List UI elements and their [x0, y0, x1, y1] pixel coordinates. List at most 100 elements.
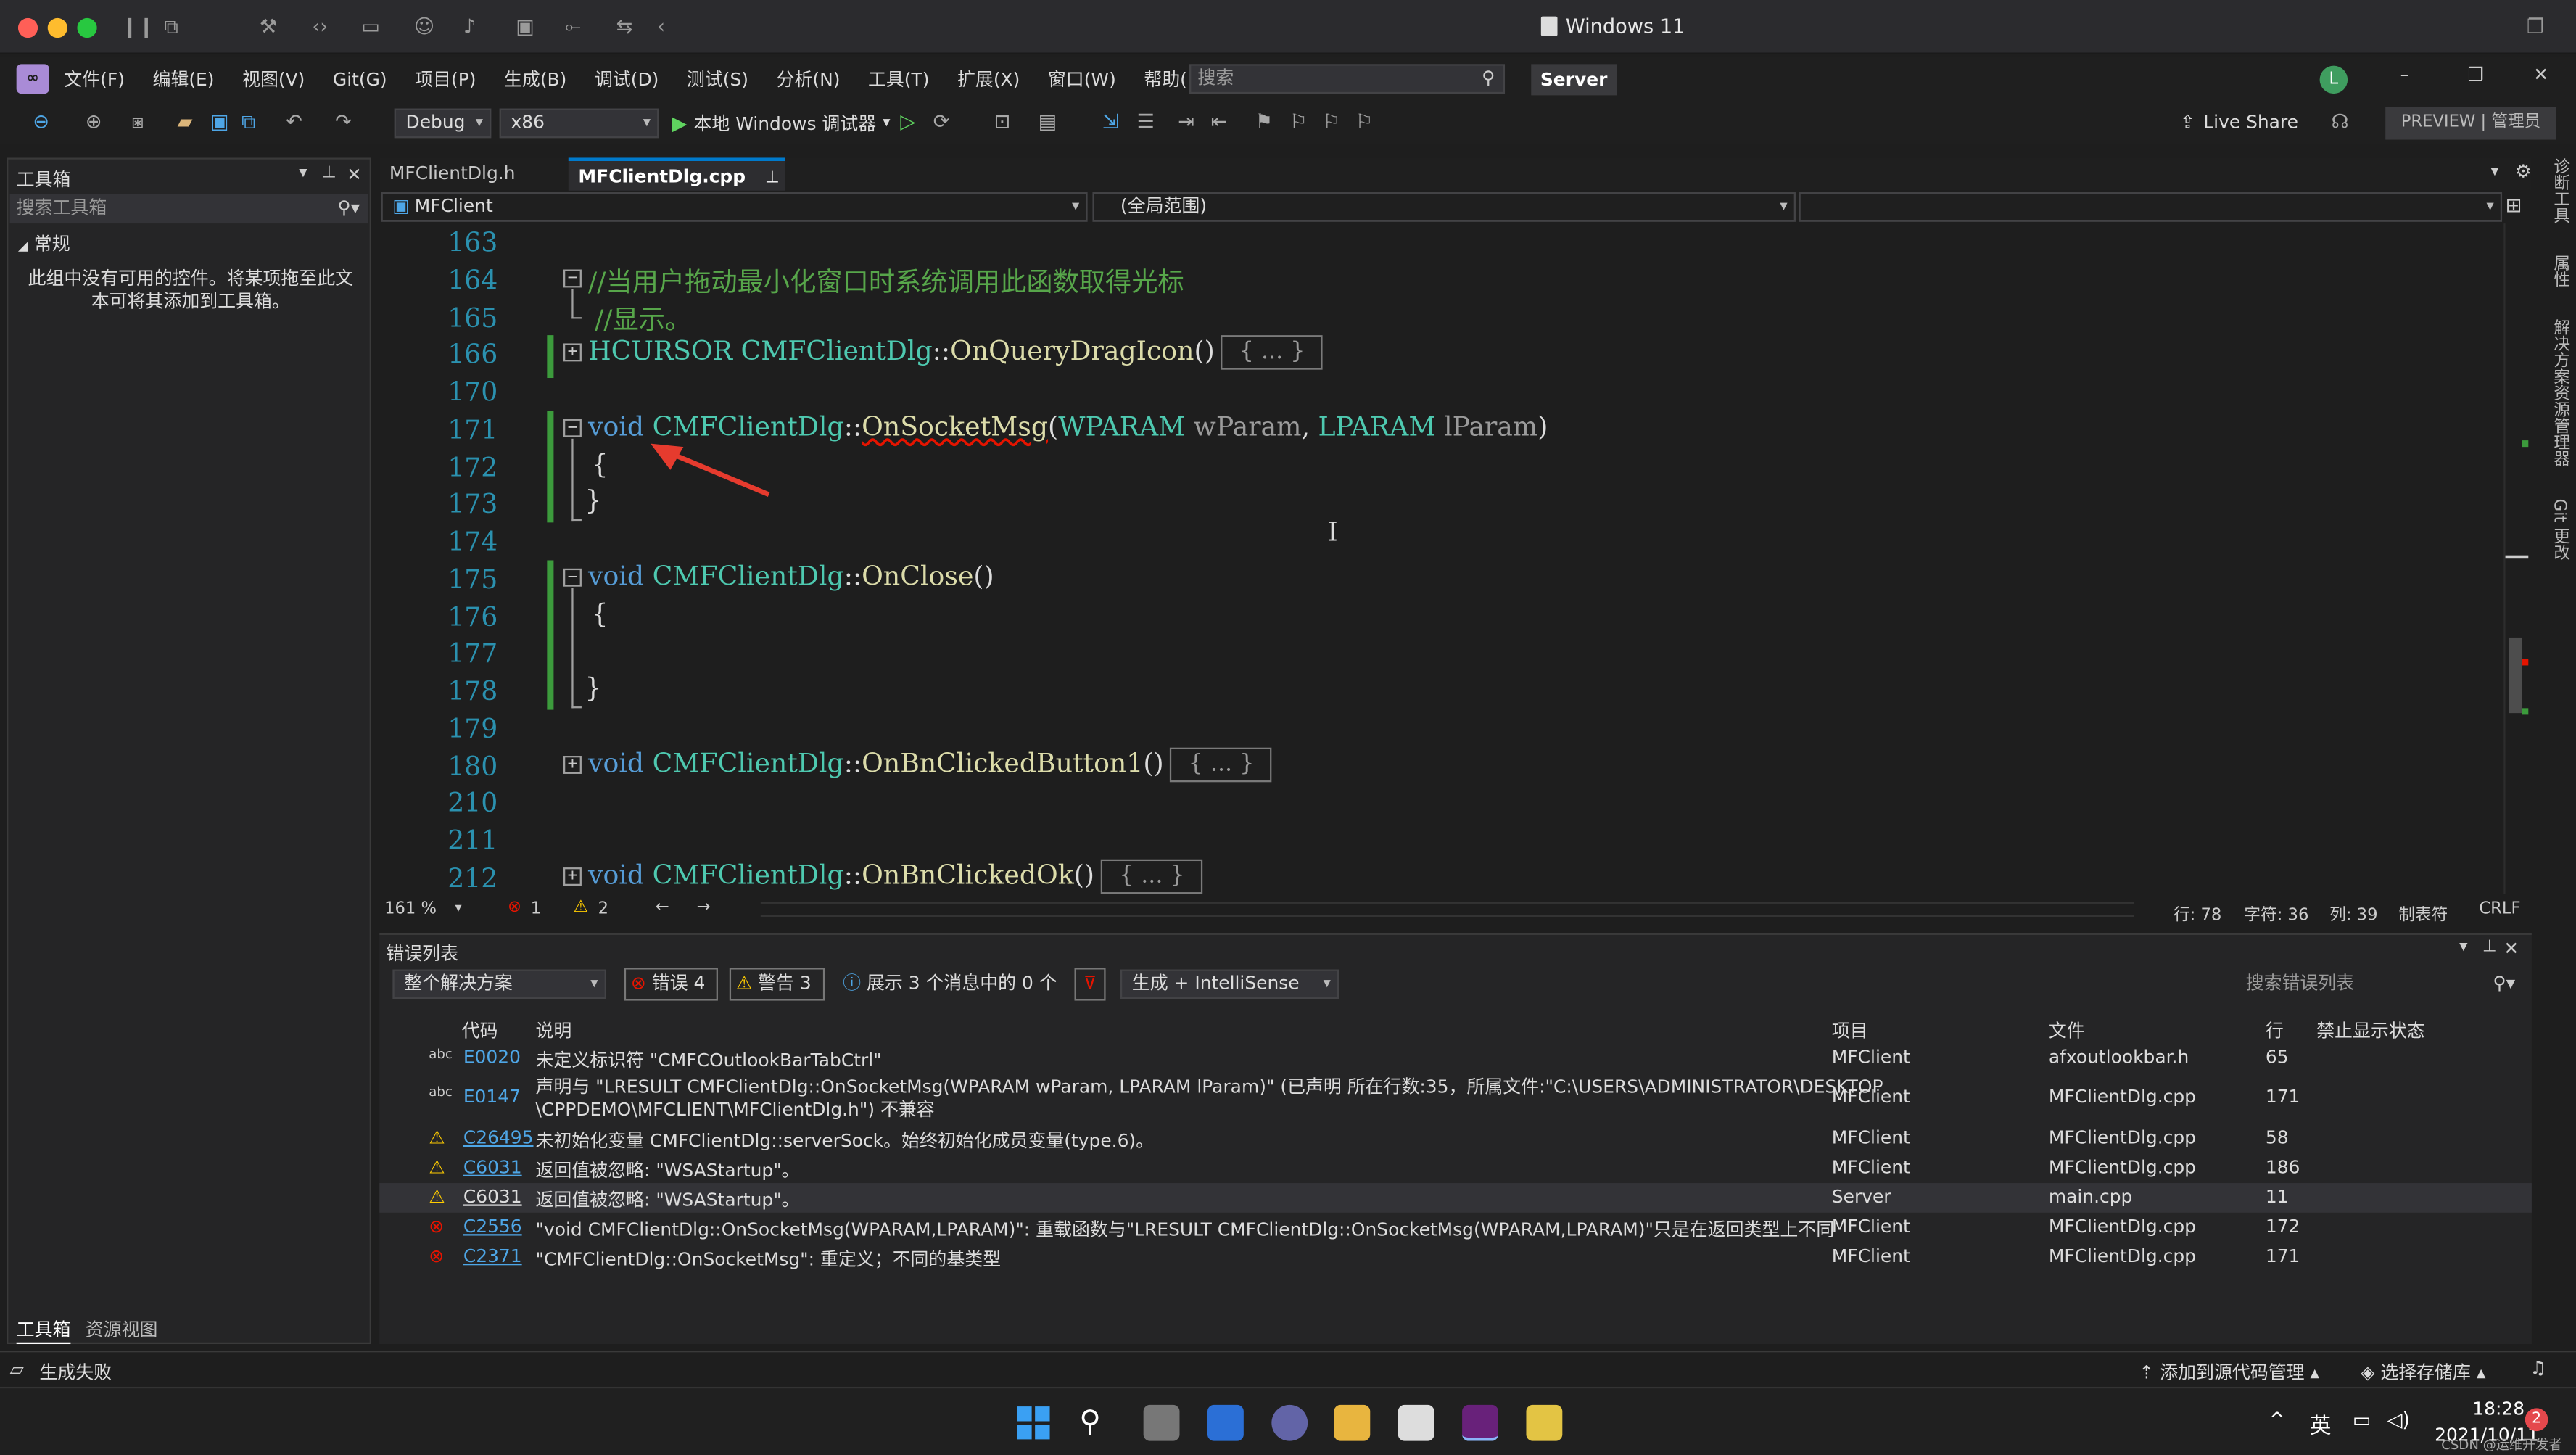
menu-debug[interactable]: 调试(D) [595, 66, 659, 92]
close-panel-icon[interactable]: ✕ [2503, 938, 2519, 959]
zoom-window-button[interactable] [77, 17, 97, 38]
back-nav-icon[interactable]: ⊖ [33, 110, 49, 133]
col-code[interactable]: 代码 [462, 1017, 498, 1043]
refresh-icon[interactable]: ⟳ [933, 110, 950, 133]
visual-studio-icon[interactable] [1462, 1404, 1498, 1441]
platform-select[interactable]: x86 [499, 108, 659, 139]
vertical-scrollbar[interactable] [2503, 223, 2529, 894]
step-icon[interactable]: ⇲ [1102, 110, 1119, 133]
menu-project[interactable]: 项目(P) [415, 66, 476, 92]
config-select[interactable]: Debug [394, 108, 492, 139]
menu-test[interactable]: 测试(S) [687, 66, 748, 92]
menu-analyze[interactable]: 分析(N) [777, 66, 841, 92]
maximize-icon[interactable]: ❐ [2467, 64, 2483, 85]
scrollbar-thumb[interactable] [2509, 637, 2522, 714]
volume-icon[interactable]: ♪ [463, 15, 476, 38]
pin-icon[interactable]: ⊥ [322, 165, 337, 183]
member-nav-select[interactable] [1799, 192, 2503, 222]
scope-select[interactable]: 整个解决方案 [392, 969, 606, 999]
chevron-up-icon[interactable]: ^ [2269, 1408, 2285, 1431]
col-suppress[interactable]: 禁止显示状态 [2316, 1017, 2425, 1043]
menu-build[interactable]: 生成(B) [504, 66, 566, 92]
widgets-icon[interactable] [1207, 1404, 1244, 1441]
zoom-select[interactable]: 161 % [384, 900, 437, 918]
start-icon[interactable] [1015, 1405, 1052, 1441]
close-icon[interactable]: ✕ [2533, 64, 2548, 85]
table-row[interactable]: ⚠ C6031 返回值被忽略: "WSAStartup"。 Server mai… [379, 1183, 2532, 1213]
errors-filter-button[interactable]: ⊗ 错误 4 [624, 968, 718, 1001]
open-folder-icon[interactable]: ▰ [178, 110, 193, 133]
tool-icon[interactable] [1526, 1404, 1563, 1441]
undo-icon[interactable]: ↶ [286, 110, 302, 133]
arrow-left-icon[interactable]: ← [656, 899, 669, 917]
menu-view[interactable]: 视图(V) [242, 66, 305, 92]
minimize-window-button[interactable] [47, 17, 67, 38]
tab-mfclientdlg-cpp[interactable]: MFClientDlg.cpp ⊥ ✕ [568, 157, 785, 222]
code-icon[interactable]: ‹› [312, 15, 328, 38]
messages-filter-button[interactable]: ⓘ 展示 3 个消息中的 0 个 [843, 970, 1057, 999]
dropdown-icon[interactable]: ▾ [2459, 938, 2467, 956]
collapse-toggle[interactable]: − [563, 419, 582, 437]
rail-properties[interactable]: 属性 [2550, 255, 2568, 288]
table-row[interactable]: ⚠ C26495 未初始化变量 CMFClientDlg::serverSock… [379, 1124, 2532, 1153]
code-editor[interactable] [379, 223, 2506, 894]
run-button[interactable]: ▶ 本地 Windows 调试器 ▾ [672, 110, 891, 136]
scope-nav-select[interactable]: (全局范围) [1092, 192, 1796, 222]
menu-extensions[interactable]: 扩展(X) [957, 66, 1020, 92]
table-row[interactable]: ⊗ C2371 "CMFClientDlg::OnSocketMsg": 重定义… [379, 1242, 2532, 1272]
filter-icon[interactable]: ⊽ [1074, 968, 1106, 1001]
wrench-icon[interactable]: ⚒ [260, 15, 277, 38]
clock-time[interactable]: 18:28 [2472, 1398, 2525, 1419]
table-row[interactable]: ⚠ C6031 返回值被忽略: "WSAStartup"。 MFClient M… [379, 1153, 2532, 1183]
col-project[interactable]: 项目 [1832, 1017, 1868, 1043]
redo-icon[interactable]: ↷ [335, 110, 352, 133]
save-all-icon[interactable]: ⧉ [242, 110, 255, 135]
chat-icon[interactable] [1271, 1404, 1308, 1441]
warning-count[interactable]: 2 [598, 900, 608, 918]
save-icon[interactable]: ▣ [210, 110, 229, 133]
menu-tools[interactable]: 工具(T) [868, 66, 930, 92]
expand-toggle[interactable]: + [563, 867, 582, 886]
layout-icon[interactable]: ▤ [1039, 110, 1057, 133]
folder-share-icon[interactable]: ⇆ [616, 15, 632, 38]
pin-icon[interactable]: ⊥ [765, 169, 780, 187]
add-source-control-button[interactable]: ⇡ 添加到源代码管理 ▴ [2139, 1359, 2319, 1385]
table-row[interactable]: abc E0147 声明与 "LRESULT CMFClientDlg::OnS… [379, 1073, 2532, 1122]
error-search-input[interactable]: 搜索错误列表 ⚲▾ [2239, 968, 2522, 999]
user-icon[interactable]: ☺ [414, 15, 434, 38]
rail-solution-explorer[interactable]: 解决方案资源管理器 [2550, 319, 2568, 467]
bookmark-prev-icon[interactable]: ⚐ [1289, 110, 1307, 133]
browse-icon[interactable]: ⊡ [994, 110, 1011, 133]
live-share-button[interactable]: ⇪ Live Share [2180, 112, 2298, 133]
error-squiggle[interactable]: OnSocketMsg [862, 411, 1048, 442]
sidebar-icon[interactable]: ❙❙ [122, 15, 155, 38]
menu-git[interactable]: Git(G) [333, 68, 387, 89]
back-icon[interactable]: ‹ [657, 15, 665, 38]
close-window-button[interactable] [17, 17, 38, 38]
menu-file[interactable]: 文件(F) [64, 66, 125, 92]
avatar[interactable]: L [2319, 65, 2348, 94]
speaker-icon[interactable]: ◁) [2387, 1408, 2410, 1431]
bell-icon[interactable]: ♫ [2530, 1357, 2546, 1378]
project-badge[interactable]: Server [1531, 64, 1617, 96]
bookmark-clear-icon[interactable]: ⚐ [1355, 110, 1373, 133]
run-no-debug-icon[interactable]: ▷ [900, 110, 915, 133]
menu-edit[interactable]: 编辑(E) [152, 66, 214, 92]
feedback-icon[interactable]: ☊ [2331, 110, 2348, 133]
store-icon[interactable] [1398, 1404, 1434, 1441]
forward-nav-icon[interactable]: ⊕ [86, 110, 102, 133]
col-description[interactable]: 说明 [535, 1017, 571, 1043]
collapsed-block[interactable]: { ... } [1221, 335, 1324, 370]
collapse-toggle[interactable]: − [563, 568, 582, 587]
pin-icon[interactable]: ⊥ [2482, 938, 2497, 956]
col-file[interactable]: 文件 [2049, 1017, 2085, 1043]
class-nav-select[interactable]: ▣ MFClient [381, 192, 1088, 222]
expand-toggle[interactable]: + [563, 756, 582, 774]
split-icon[interactable]: ⊞ [2506, 194, 2522, 217]
dropdown-icon[interactable]: ▾ [299, 165, 307, 183]
tab-mfclientdlg-h[interactable]: MFClientDlg.h [379, 157, 564, 190]
snapshot-icon[interactable]: ⧉ [165, 15, 178, 39]
rail-git-changes[interactable]: Git 更改 [2550, 499, 2568, 561]
toolbox-search-input[interactable]: 搜索工具箱 ⚲▾ [9, 194, 368, 224]
menu-window[interactable]: 窗口(W) [1048, 66, 1116, 92]
